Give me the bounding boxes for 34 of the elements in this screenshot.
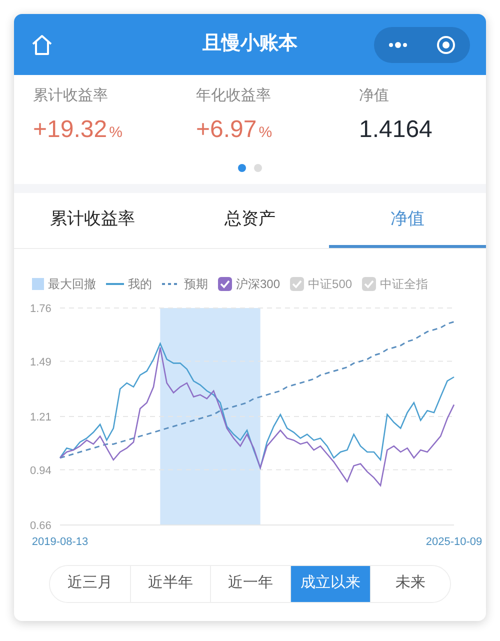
stat-value: +6.97 — [196, 114, 257, 144]
checkbox[interactable] — [218, 276, 232, 290]
target-icon[interactable] — [436, 34, 456, 54]
date-label: 2025-10-09 — [426, 536, 482, 548]
stat-label: 年化收益率 — [196, 86, 272, 106]
legend-label: 中证500 — [308, 276, 352, 292]
unit-label: % — [109, 122, 122, 142]
stat-value: 1.4164 — [359, 114, 432, 144]
axis-label: 1.76 — [30, 302, 52, 314]
tab[interactable]: 总资产 — [171, 192, 329, 248]
stat-label: 累计收益率 — [33, 86, 109, 106]
legend-line-icon — [106, 282, 124, 286]
legend-label: 中证全指 — [380, 276, 428, 292]
axis-label: 0.66 — [30, 520, 52, 532]
legend-dash-icon — [162, 282, 180, 286]
legend-label: 沪深300 — [236, 276, 280, 292]
checkbox[interactable] — [290, 276, 304, 290]
tab[interactable]: 累计收益率 — [14, 192, 172, 248]
stat-label: 净值 — [359, 86, 390, 106]
home-icon[interactable] — [30, 32, 54, 56]
date-label: 2019-08-13 — [32, 536, 88, 548]
legend-label: 预期 — [184, 276, 208, 292]
legend-label: 最大回撤 — [48, 276, 96, 292]
axis-label: 1.21 — [30, 411, 52, 423]
more-icon[interactable] — [388, 40, 408, 48]
axis-label: 0.94 — [30, 464, 52, 476]
capsule-menu[interactable] — [374, 26, 470, 62]
checkbox[interactable] — [362, 276, 376, 290]
unit-label: % — [258, 122, 272, 142]
axis-label: 1.49 — [30, 356, 52, 368]
app-title: 且慢小账本 — [202, 32, 298, 56]
legend-label: 我的 — [128, 276, 152, 292]
range-button[interactable]: 未来 — [370, 566, 450, 602]
stat-value: +19.32 — [33, 114, 108, 144]
